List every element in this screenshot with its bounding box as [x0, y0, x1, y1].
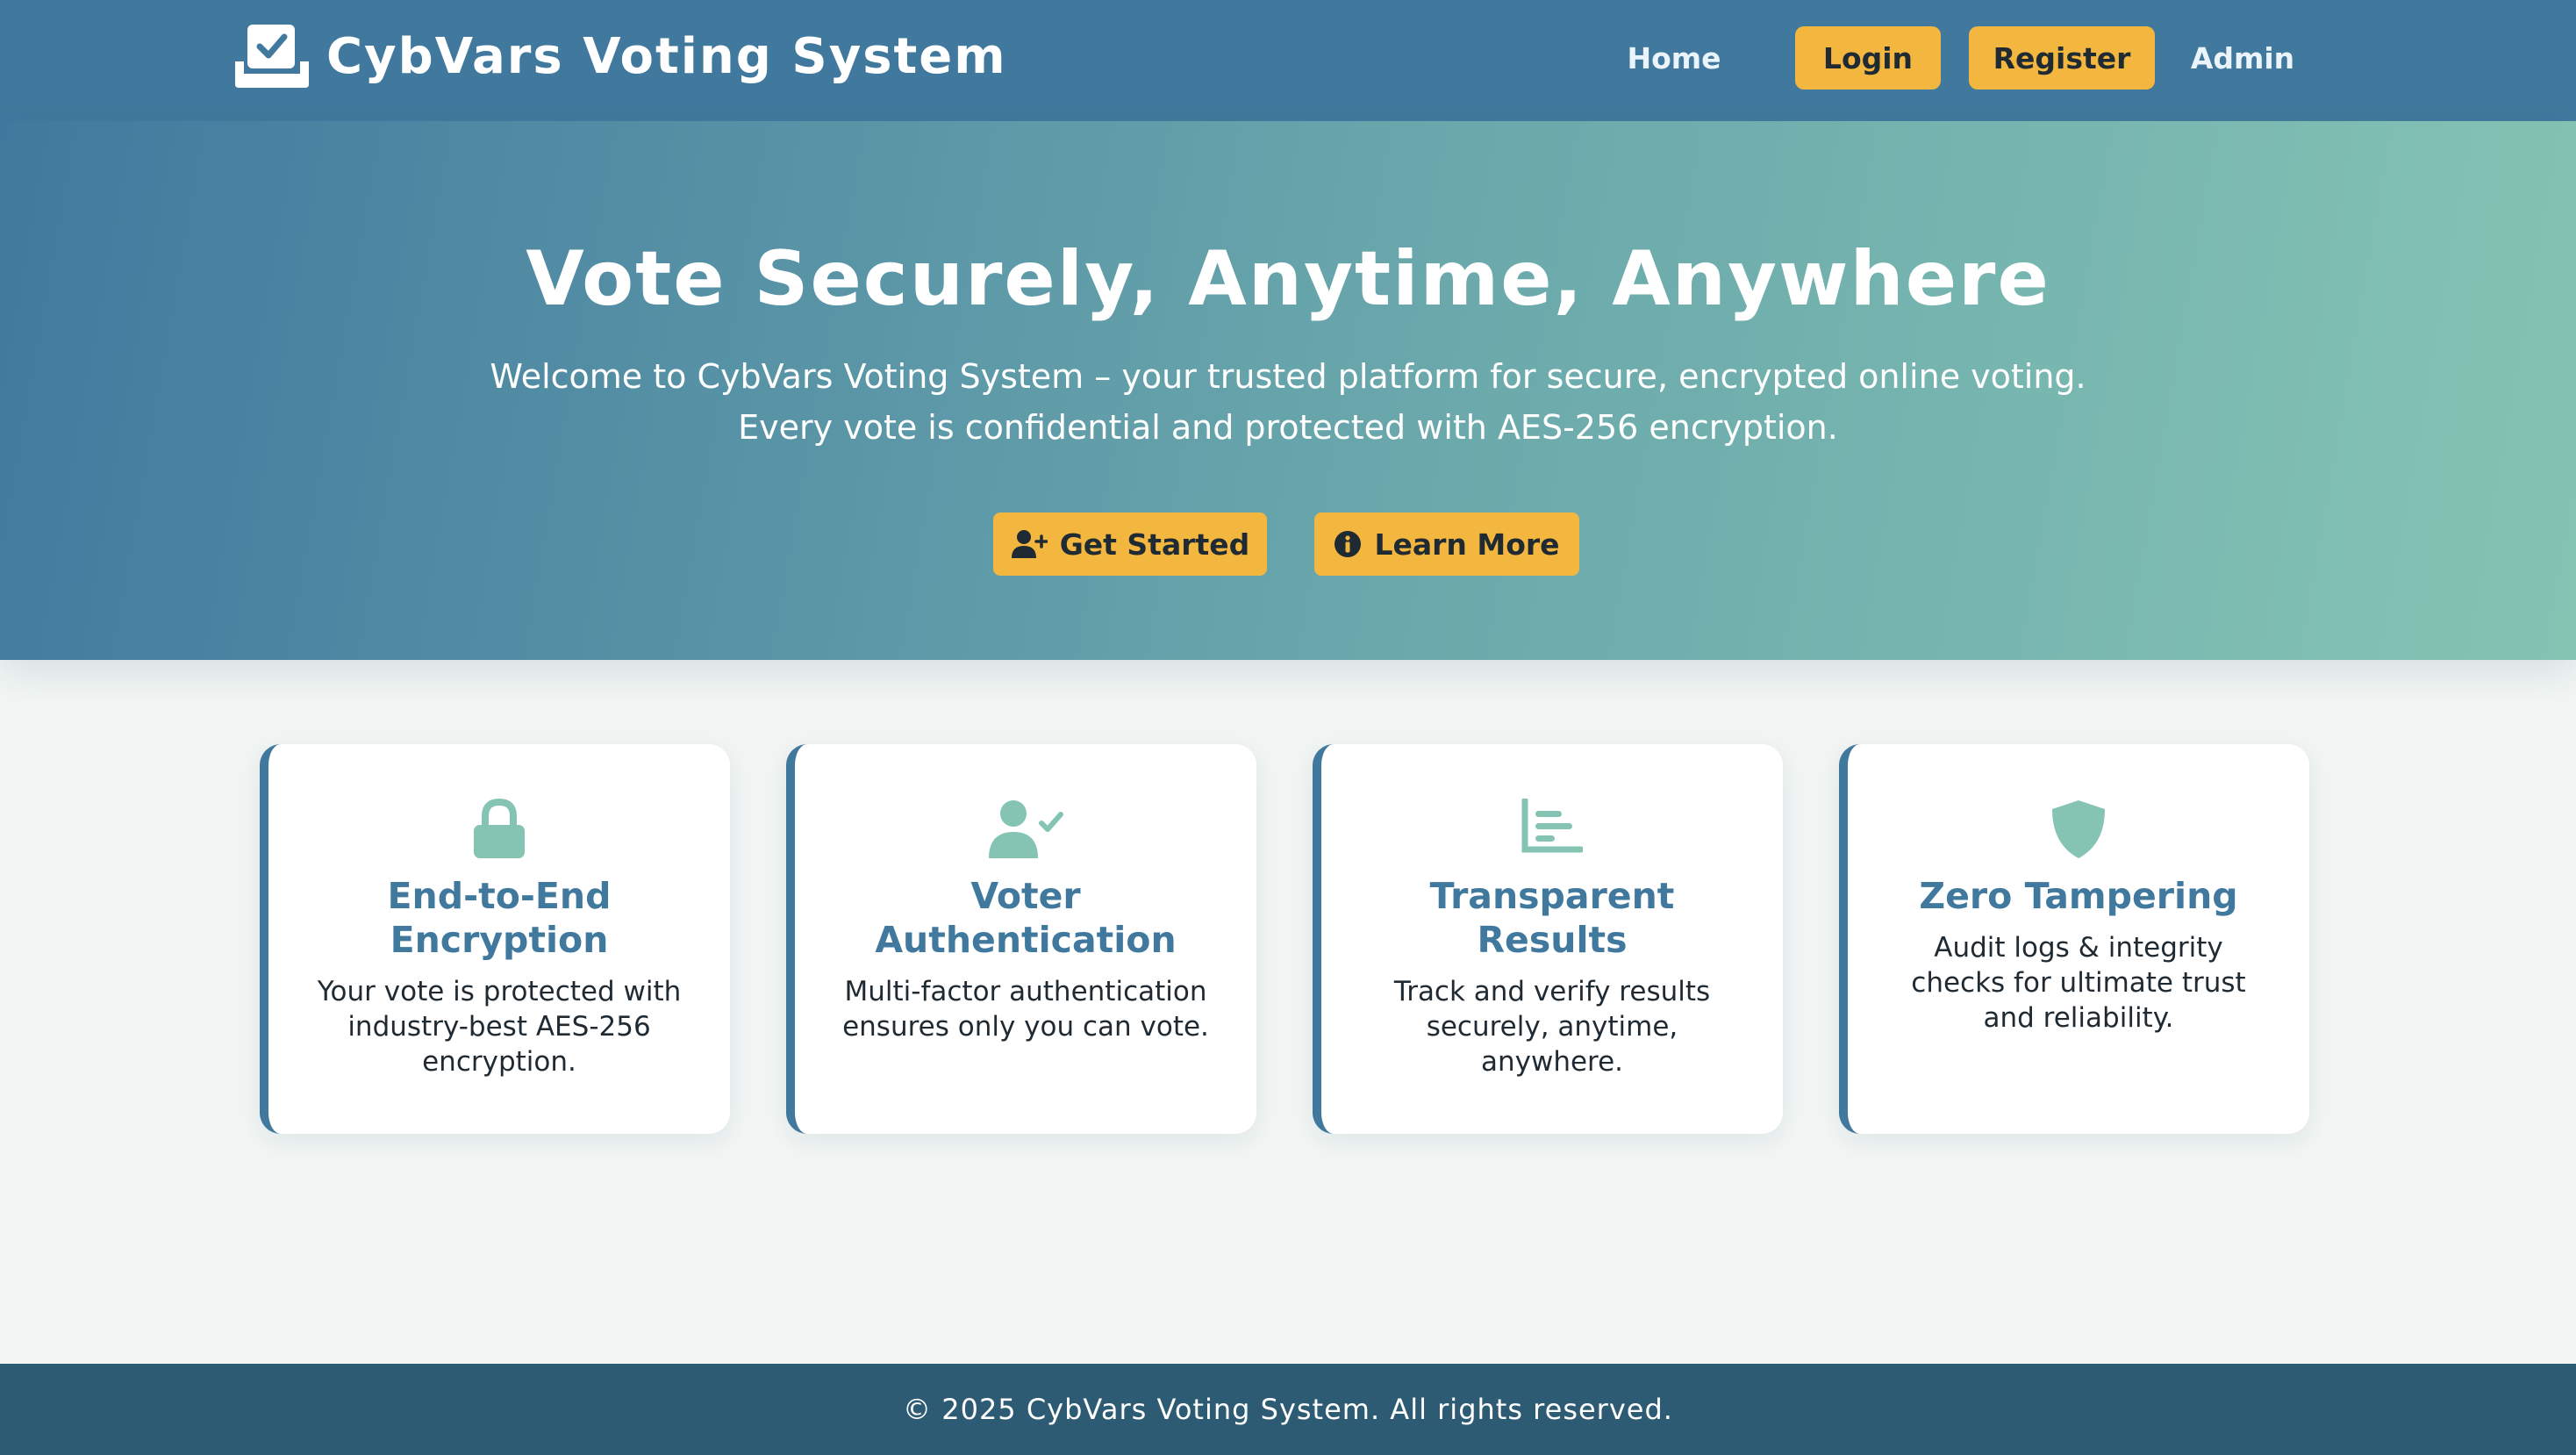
hero-subtitle-line-1: Welcome to CybVars Voting System – your … [490, 357, 2086, 396]
feature-title: End-to-End Encryption [387, 875, 612, 961]
site-footer: © 2025 CybVars Voting System. All rights… [0, 1364, 2576, 1455]
brand-title: CybVars Voting System [326, 27, 1007, 85]
hero-subtitle: Welcome to CybVars Voting System – your … [0, 351, 2576, 453]
learn-more-button[interactable]: Learn More [1314, 512, 1579, 576]
nav-admin-link[interactable]: Admin [2174, 26, 2311, 90]
hero-title: Vote Securely, Anytime, Anywhere [526, 235, 2050, 323]
feature-card-encryption: End-to-End Encryption Your vote is prote… [260, 744, 730, 1134]
feature-description: Track and verify results securely, anyti… [1393, 976, 1711, 1078]
learn-more-label: Learn More [1374, 527, 1560, 562]
feature-description: Your vote is protected with industry-bes… [317, 976, 682, 1078]
user-plus-icon [1011, 530, 1048, 558]
shield-icon [2052, 800, 2105, 858]
chart-bar-icon [1521, 799, 1583, 853]
nav-register-button[interactable]: Register [1969, 26, 2155, 90]
get-started-button[interactable]: Get Started [993, 512, 1267, 576]
user-check-icon [989, 800, 1063, 858]
footer-copyright: © 2025 CybVars Voting System. All rights… [903, 1393, 1673, 1426]
feature-description: Multi-factor authentication ensures only… [842, 976, 1209, 1043]
feature-card-results: Transparent Results Track and verify res… [1313, 744, 1783, 1134]
feature-card-authentication: Voter Authentication Multi-factor authen… [786, 744, 1256, 1134]
feature-title: Voter Authentication [875, 875, 1177, 961]
site-header: CybVars Voting System Home Login Registe… [0, 0, 2576, 121]
ballot-check-icon [235, 25, 309, 88]
feature-title: Transparent Results [1429, 875, 1675, 961]
feature-description: Audit logs & integrity checks for ultima… [1911, 932, 2246, 1034]
nav-login-button[interactable]: Login [1795, 26, 1941, 90]
info-circle-icon [1335, 531, 1362, 557]
get-started-label: Get Started [1059, 527, 1250, 562]
feature-title: Zero Tampering [1919, 875, 2238, 917]
hero-subtitle-line-2: Every vote is confidential and protected… [738, 408, 1838, 447]
nav-home-link[interactable]: Home [1597, 26, 1751, 90]
brand-link[interactable]: CybVars Voting System [232, 23, 1007, 90]
feature-card-tampering: Zero Tampering Audit logs & integrity ch… [1839, 744, 2309, 1134]
lock-icon [474, 799, 525, 858]
hero-section: Vote Securely, Anytime, Anywhere Welcome… [0, 121, 2576, 660]
